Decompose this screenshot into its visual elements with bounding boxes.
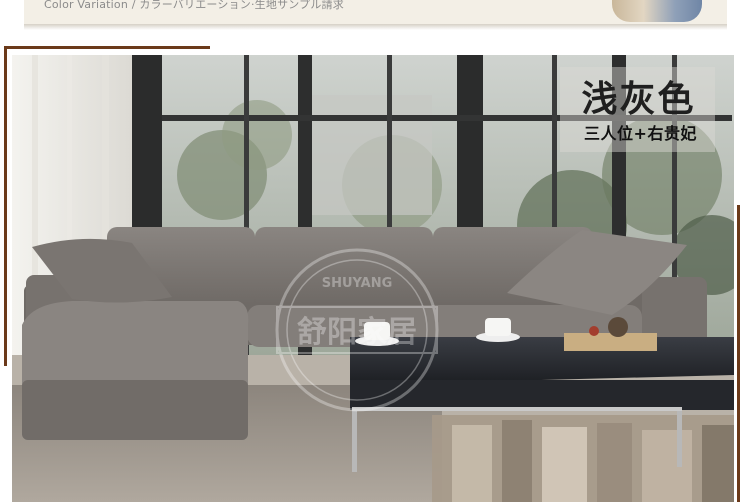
frame-corner-left bbox=[4, 46, 7, 366]
configuration-subtitle: 三人位+右贵妃 bbox=[584, 124, 697, 143]
banner-person-image bbox=[612, 0, 702, 22]
frame-corner-top bbox=[4, 46, 210, 49]
color-variation-caption: Color Variation / カラーバリエーション·生地サンプル請求 bbox=[44, 0, 344, 11]
top-banner: Color Variation / カラーバリエーション·生地サンプル請求 bbox=[0, 0, 750, 38]
frame-corner-right bbox=[737, 205, 740, 502]
banner-shadow bbox=[24, 24, 727, 30]
color-name-title: 浅灰色 bbox=[581, 79, 696, 120]
